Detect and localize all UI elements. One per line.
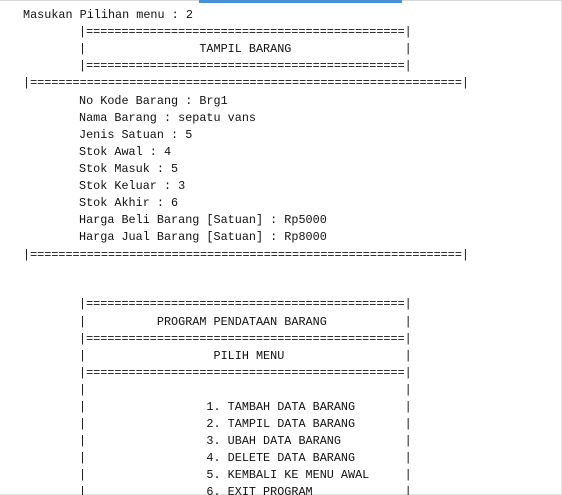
console-line-kode: No Kode Barang : Brg1 xyxy=(79,94,228,108)
console-line-separator: |=======================================… xyxy=(23,76,469,90)
console-line-jenis: Jenis Satuan : 5 xyxy=(79,128,193,142)
console-line-stok-masuk: Stok Masuk : 5 xyxy=(79,162,179,176)
console-window: Masukan Pilihan menu : 2 |==============… xyxy=(0,0,562,495)
menu-item-5: | 5. KEMBALI KE MENU AWAL | xyxy=(79,468,412,482)
menu-item-3: | 3. UBAH DATA BARANG | xyxy=(79,434,412,448)
console-line-program-title: | PROGRAM PENDATAAN BARANG | xyxy=(79,315,412,329)
console-line-title: | TAMPIL BARANG | xyxy=(79,42,412,56)
console-output: Masukan Pilihan menu : 2 |==============… xyxy=(0,0,562,495)
console-line-prompt: Masukan Pilihan menu : 2 xyxy=(23,8,193,22)
menu-item-2: | 2. TAMPIL DATA BARANG | xyxy=(79,417,412,431)
console-line-blank: | | xyxy=(79,383,412,397)
console-line-separator: |=======================================… xyxy=(79,25,412,39)
console-line-separator: |=======================================… xyxy=(79,297,412,311)
console-line-separator: |=======================================… xyxy=(79,332,412,346)
console-line-separator: |=======================================… xyxy=(79,366,412,380)
console-line-harga-jual: Harga Jual Barang [Satuan] : Rp8000 xyxy=(79,230,327,244)
menu-item-6: | 6. EXIT PROGRAM | xyxy=(79,485,412,495)
console-line-stok-akhir: Stok Akhir : 6 xyxy=(79,196,179,210)
console-line-menu-title: | PILIH MENU | xyxy=(79,349,412,363)
console-line-stok-keluar: Stok Keluar : 3 xyxy=(79,179,186,193)
console-line-separator: |=======================================… xyxy=(79,59,412,73)
menu-item-4: | 4. DELETE DATA BARANG | xyxy=(79,451,412,465)
console-line-stok-awal: Stok Awal : 4 xyxy=(79,145,172,159)
console-line-separator: |=======================================… xyxy=(23,248,469,262)
console-line-harga-beli: Harga Beli Barang [Satuan] : Rp5000 xyxy=(79,213,327,227)
console-line-nama: Nama Barang : sepatu vans xyxy=(79,111,256,125)
menu-item-1: | 1. TAMBAH DATA BARANG | xyxy=(79,400,412,414)
